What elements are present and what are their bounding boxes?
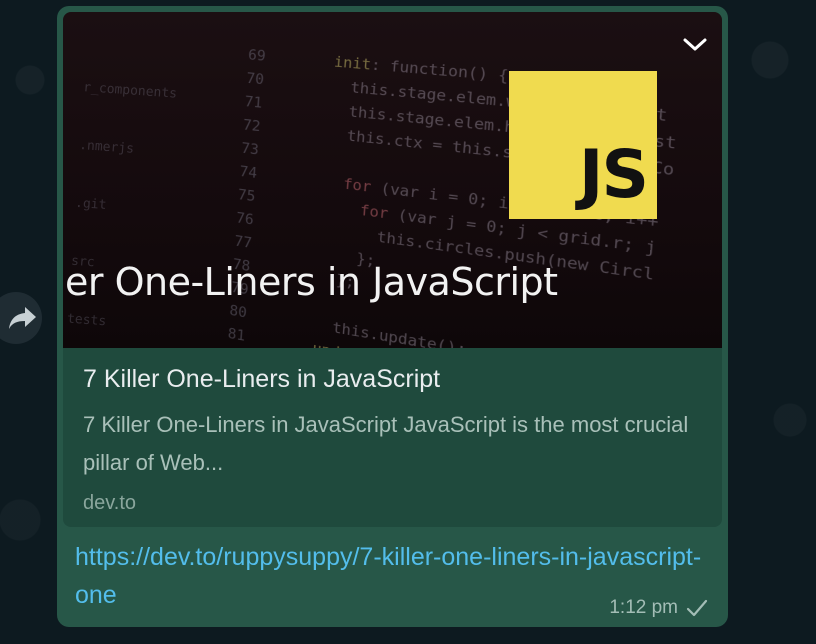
preview-description: 7 Killer One-Liners in JavaScript JavaSc… — [83, 406, 713, 482]
thumbnail-caption: er One-Liners in JavaScript — [65, 260, 558, 304]
javascript-logo: JS — [509, 71, 657, 219]
message-bubble[interactable]: r_components.nmerjs.gitsrctests.gitignor… — [57, 6, 728, 627]
message-menu-button[interactable] — [682, 32, 708, 58]
link-preview-card[interactable]: r_components.nmerjs.gitsrctests.gitignor… — [63, 12, 722, 527]
message-time: 1:12 pm — [609, 597, 678, 619]
chevron-down-icon — [682, 37, 708, 53]
preview-text-block: 7 Killer One-Liners in JavaScript 7 Kill… — [63, 348, 722, 518]
forward-arrow-icon — [8, 305, 38, 331]
check-icon — [686, 599, 708, 617]
preview-thumbnail: r_components.nmerjs.gitsrctests.gitignor… — [63, 12, 722, 348]
preview-domain: dev.to — [83, 488, 702, 518]
message-meta: 1:12 pm — [609, 597, 708, 619]
preview-title: 7 Killer One-Liners in JavaScript — [83, 362, 702, 396]
